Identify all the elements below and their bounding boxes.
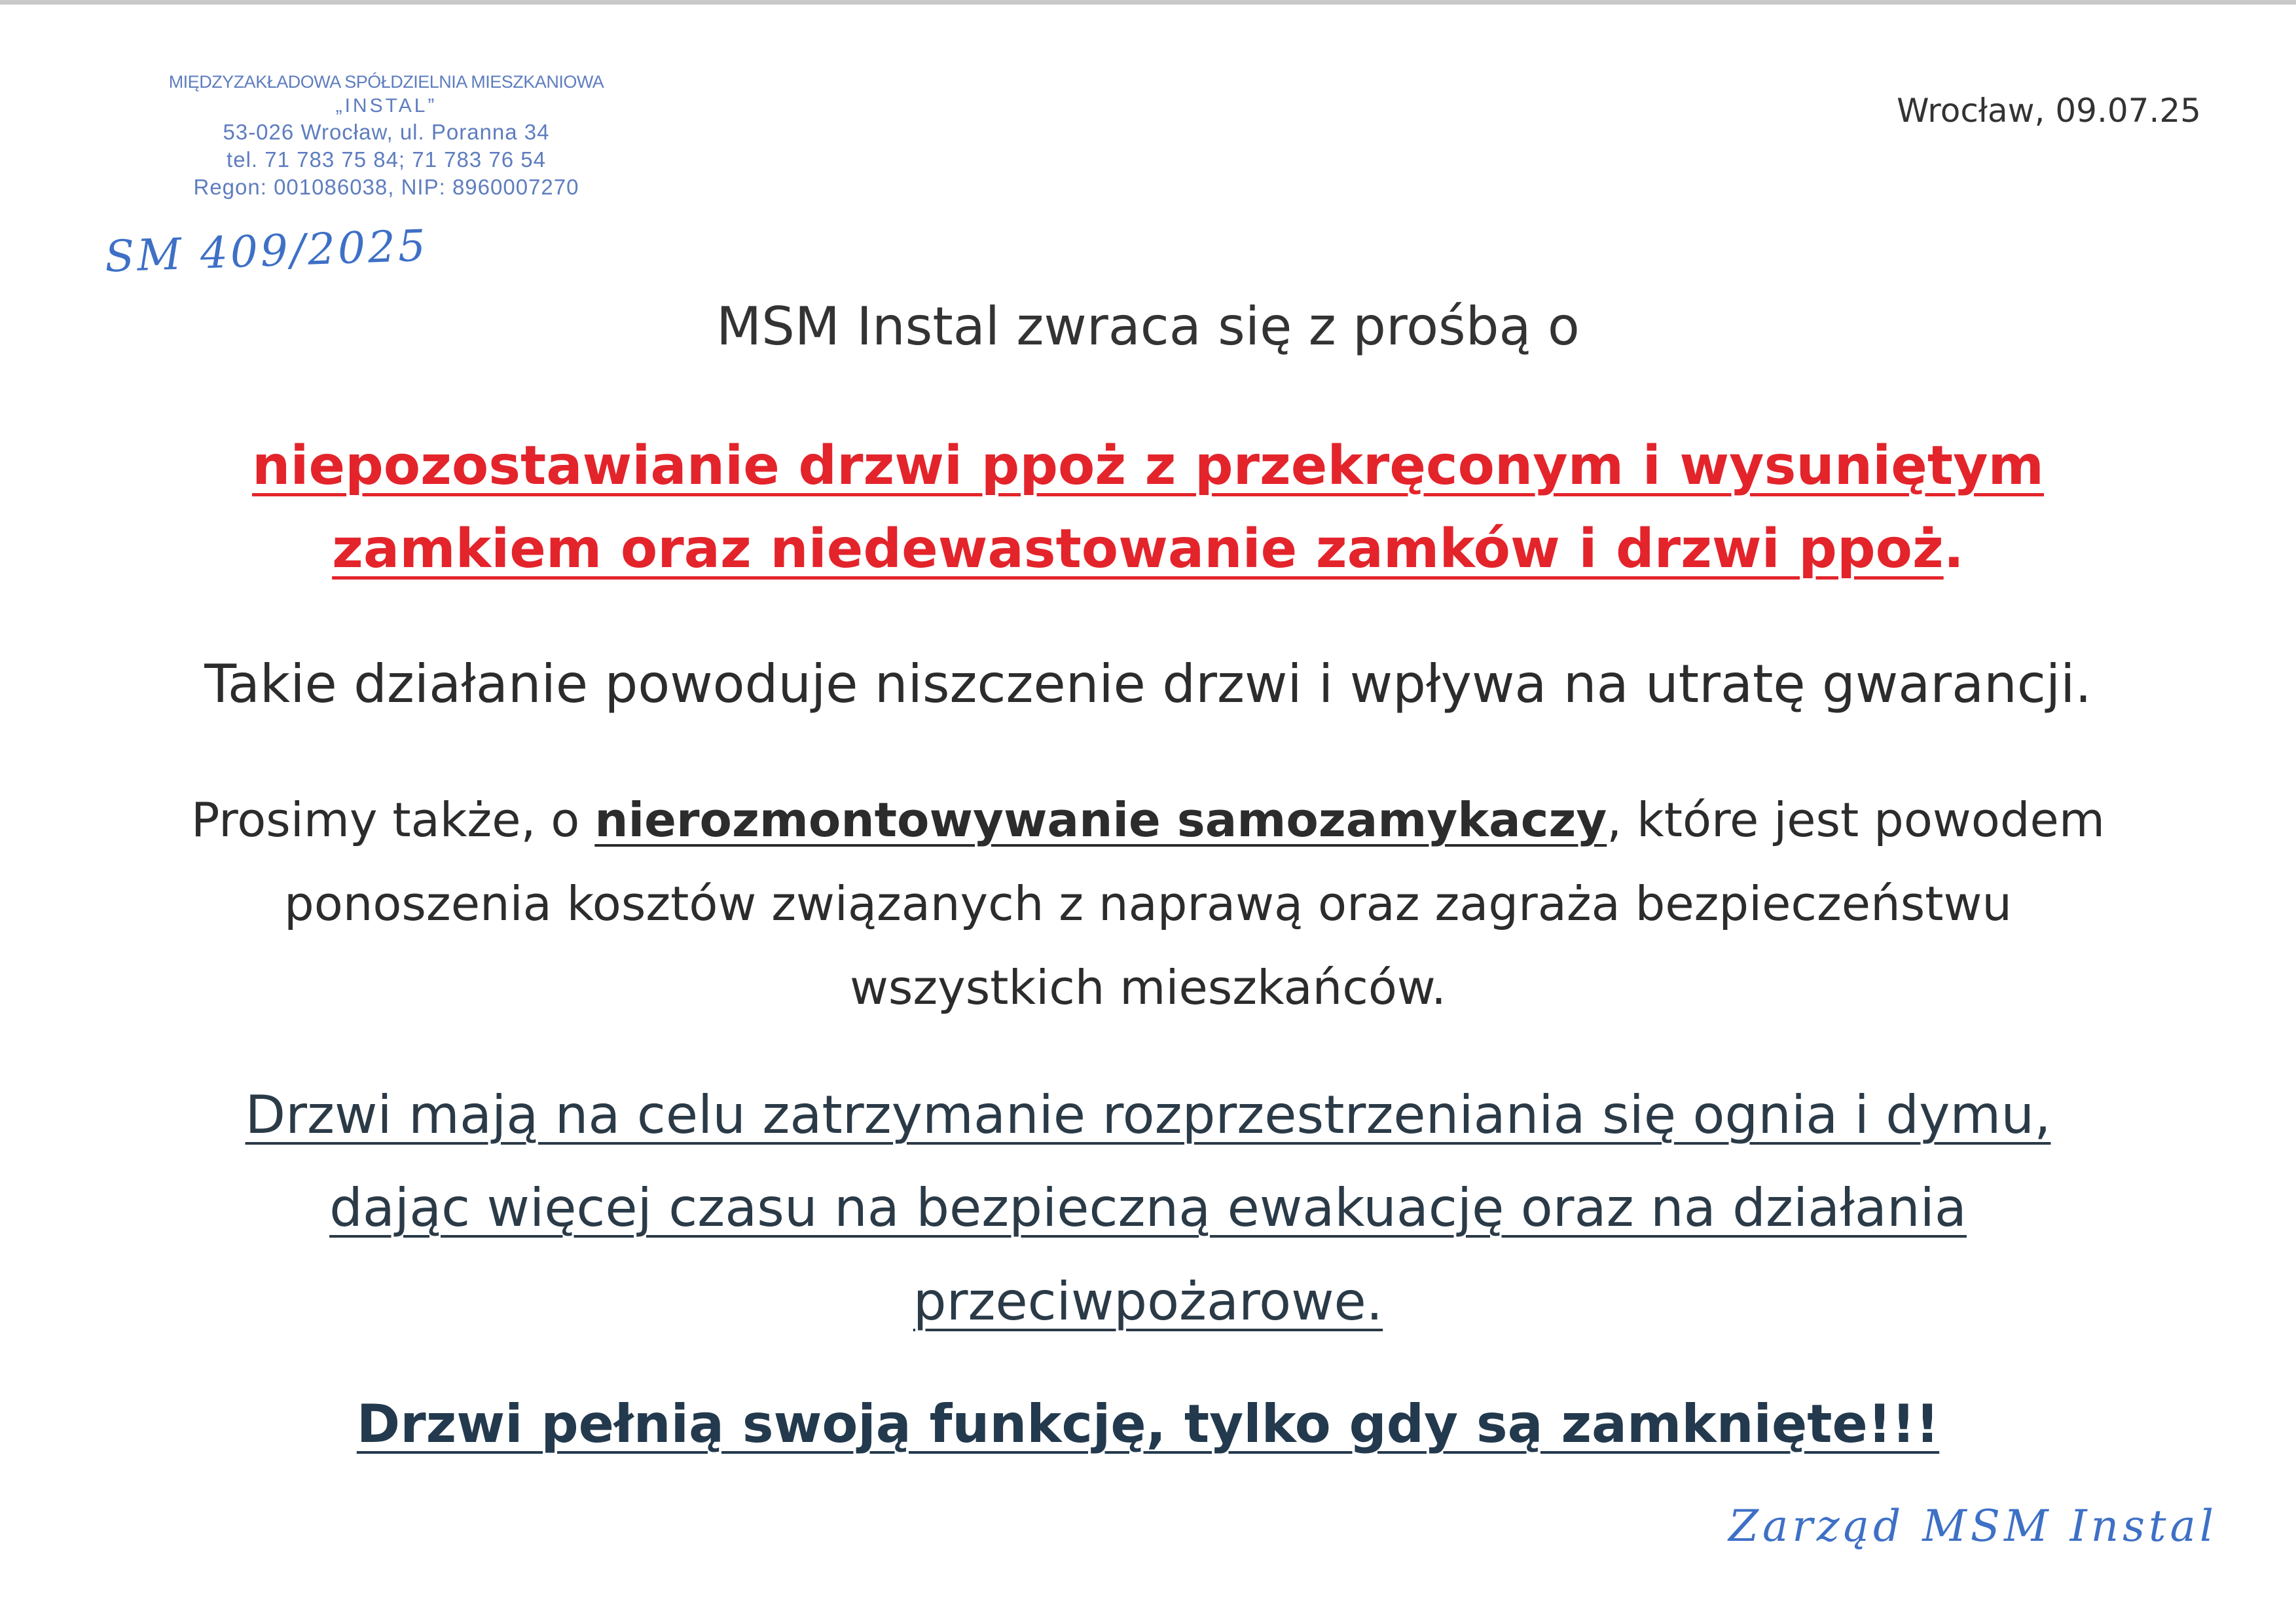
scan-top-edge [0,0,2296,5]
alert-line-2: zamkiem oraz niedewastowanie zamków i dr… [332,518,1944,581]
stamp-line-regon-nip: Regon: 001086038, NIP: 8960007270 [193,175,579,200]
purpose-line-2: dając więcej czasu na bezpieczną ewakuac… [329,1177,1967,1239]
request-line-3: wszystkich mieszkańców. [849,960,1447,1016]
stamp-line-brand: „INSTAL” [335,94,437,117]
consequence-line: Takie działanie powoduje niszczenie drzw… [204,654,2092,714]
purpose-paragraph: Drzwi mają na celu zatrzymanie rozprzest… [0,1069,2296,1348]
request-line-2: ponoszenia kosztów związanych z naprawą … [283,876,2012,932]
request-bold-term: nierozmontowywanie samozamykaczy [594,792,1607,847]
document-date: Wrocław, 09.07.25 [1897,92,2201,130]
stamp-line-name: MIĘDZYZAKŁADOWA SPÓŁDZIELNIA MIESZKANIOW… [168,72,604,92]
closing-text: Drzwi pełnią swoją funkcję, tylko gdy są… [356,1393,1940,1454]
intro-line: MSM Instal zwraca się z prośbą o [716,296,1580,357]
alert-period: . [1943,518,1964,581]
purpose-line-3: przeciwpożarowe. [913,1270,1383,1332]
alert-line-1: niepozostawianie drzwi ppoż z przekręcon… [252,435,2044,497]
purpose-line-1: Drzwi mają na celu zatrzymanie rozprzest… [245,1084,2051,1145]
handwritten-signature: Zarząd MSM Instal [1728,1501,2217,1551]
request-before: Prosimy także, o [191,792,595,847]
closing-statement: Drzwi pełnią swoją funkcję, tylko gdy są… [0,1393,2296,1454]
alert-request: niepozostawianie drzwi ppoż z przekręcon… [0,424,2296,591]
stamp-line-address: 53-026 Wrocław, ul. Poranna 34 [223,119,550,144]
request-paragraph: Prosimy także, o nierozmontowywanie samo… [0,778,2296,1029]
handwritten-reference-number: SM 409/2025 [103,220,429,282]
request-after: , które jest powodem [1607,792,2105,847]
stamp-line-phone: tel. 71 783 75 84; 71 783 76 54 [227,147,546,172]
company-stamp: MIĘDZYZAKŁADOWA SPÓŁDZIELNIA MIESZKANIOW… [151,71,622,202]
